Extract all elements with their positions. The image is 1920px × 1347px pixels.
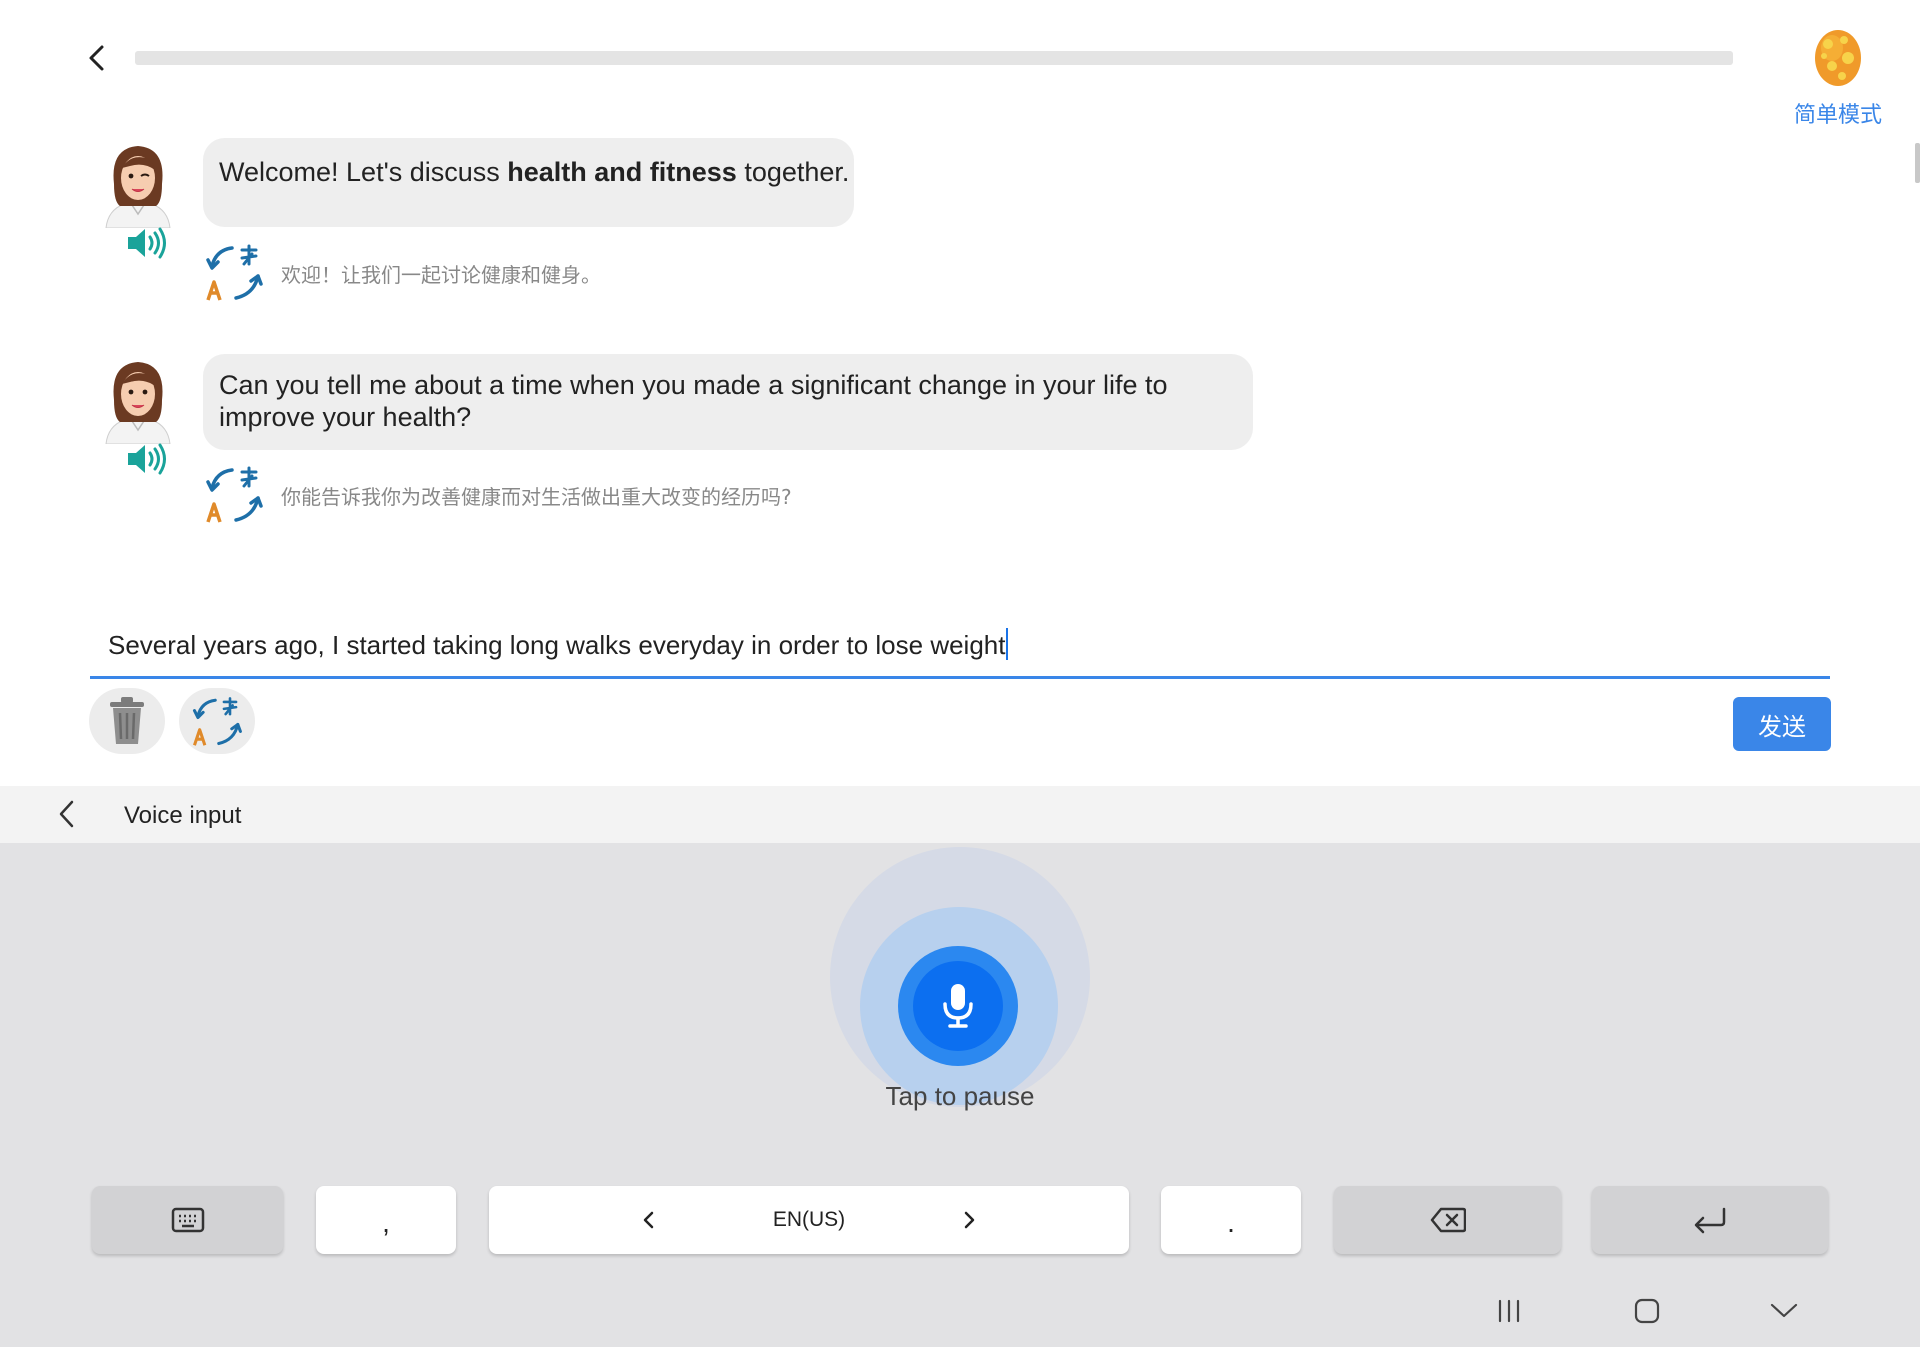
answer-input-value: Several years ago, I started taking long… bbox=[108, 630, 1006, 660]
microphone-icon bbox=[943, 984, 973, 1028]
chevron-left-icon[interactable] bbox=[50, 796, 86, 832]
answer-input[interactable]: Several years ago, I started taking long… bbox=[108, 628, 1009, 661]
comma-key[interactable]: , bbox=[316, 1186, 456, 1254]
voice-status-text: Tap to pause bbox=[885, 1081, 1035, 1111]
text-caret bbox=[1006, 628, 1009, 660]
simple-mode-label: 简单模式 bbox=[1793, 103, 1882, 128]
language-space-key[interactable]: EN(US) bbox=[489, 1186, 1129, 1254]
egg-icon bbox=[1815, 30, 1861, 86]
chevron-right-icon[interactable] bbox=[959, 1210, 979, 1230]
back-icon[interactable] bbox=[80, 40, 116, 76]
speaker-icon[interactable] bbox=[126, 442, 168, 476]
app-screen: 简单模式 Welcome! Let's discuss health and f… bbox=[0, 0, 1920, 1347]
message-translation: 欢迎！让我们一起讨论健康和健身。 bbox=[281, 263, 601, 287]
hide-keyboard-icon[interactable] bbox=[1764, 1294, 1804, 1328]
lesson-progress-bar bbox=[135, 51, 1733, 65]
translate-input-button[interactable] bbox=[179, 688, 255, 754]
chevron-left-icon[interactable] bbox=[639, 1210, 659, 1230]
period-key[interactable]: . bbox=[1161, 1186, 1301, 1254]
voice-input-header: Voice input bbox=[0, 786, 1920, 843]
recent-apps-icon[interactable] bbox=[1489, 1294, 1529, 1328]
language-label: EN(US) bbox=[772, 1208, 846, 1231]
message-text-bold: health and fitness bbox=[507, 157, 737, 187]
message-text: Welcome! Let's discuss bbox=[219, 157, 508, 187]
home-icon[interactable] bbox=[1627, 1294, 1667, 1328]
keyboard-switch-key[interactable] bbox=[92, 1186, 283, 1254]
translate-icon[interactable] bbox=[204, 464, 264, 524]
translate-icon bbox=[192, 697, 242, 746]
tutor-avatar bbox=[105, 146, 171, 228]
trash-icon bbox=[110, 697, 144, 744]
keyboard-icon bbox=[171, 1207, 204, 1233]
input-underline bbox=[90, 676, 1830, 679]
message-text: together. bbox=[736, 157, 850, 187]
enter-icon bbox=[1694, 1207, 1726, 1234]
message-bubble: Can you tell me about a time when you ma… bbox=[203, 354, 1253, 450]
message-translation: 你能告诉我你为改善健康而对生活做出重大改变的经历吗? bbox=[281, 485, 792, 509]
scrollbar-thumb[interactable] bbox=[1915, 143, 1920, 183]
microphone-button[interactable] bbox=[913, 961, 1003, 1051]
enter-key[interactable] bbox=[1592, 1186, 1828, 1254]
translate-icon[interactable] bbox=[204, 242, 264, 302]
backspace-icon bbox=[1430, 1207, 1466, 1233]
speaker-icon[interactable] bbox=[126, 226, 168, 260]
message-text-line: Can you tell me about a time when you ma… bbox=[219, 370, 1168, 400]
message-bubble: Welcome! Let's discuss health and fitnes… bbox=[203, 138, 854, 227]
tutor-avatar bbox=[105, 362, 171, 444]
send-button[interactable]: 发送 bbox=[1733, 697, 1831, 751]
clear-input-button[interactable] bbox=[89, 688, 165, 754]
simple-mode-button[interactable]: 简单模式 bbox=[1782, 22, 1894, 129]
backspace-key[interactable] bbox=[1334, 1186, 1561, 1254]
voice-input-title: Voice input bbox=[124, 802, 242, 829]
message-text-line: improve your health? bbox=[219, 402, 472, 432]
